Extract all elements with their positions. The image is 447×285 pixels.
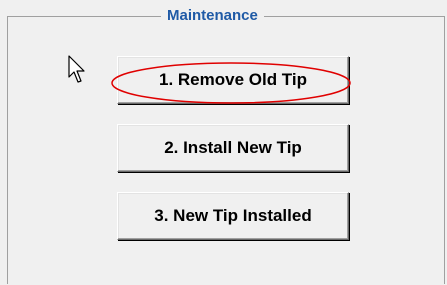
install-new-tip-button[interactable]: 2. Install New Tip xyxy=(117,124,349,172)
remove-old-tip-label: 1. Remove Old Tip xyxy=(158,70,307,89)
install-new-tip-label: 2. Install New Tip xyxy=(164,138,302,157)
groupbox-title: Maintenance xyxy=(161,6,264,26)
new-tip-installed-button[interactable]: 3. New Tip Installed xyxy=(117,192,349,240)
arrow-pointer-icon xyxy=(68,55,85,83)
new-tip-installed-label: 3. New Tip Installed xyxy=(154,206,312,225)
remove-old-tip-button[interactable]: 1. Remove Old Tip xyxy=(117,56,349,104)
